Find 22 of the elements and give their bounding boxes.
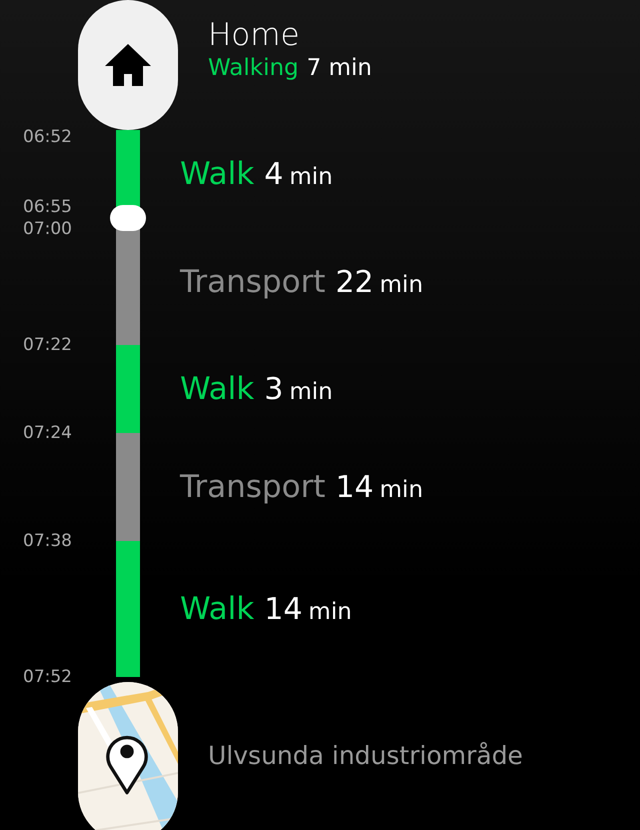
segment-duration: 22 min bbox=[335, 264, 424, 300]
segment-mode: Transport bbox=[180, 264, 326, 300]
origin-name: Home bbox=[208, 17, 301, 53]
time-label: 06:55 bbox=[23, 196, 72, 218]
time-label: 07:38 bbox=[23, 530, 72, 552]
segment-duration: 4 min bbox=[264, 157, 333, 192]
segment-mode: Transport bbox=[180, 469, 326, 505]
time-label: 07:22 bbox=[23, 334, 72, 356]
time-label: 07:00 bbox=[23, 218, 72, 240]
time-label: 06:52 bbox=[23, 126, 72, 148]
time-label: 07:24 bbox=[23, 422, 72, 444]
travel-mode: Walking bbox=[208, 55, 299, 81]
time-label: 07:52 bbox=[23, 666, 72, 688]
home-icon bbox=[105, 44, 151, 86]
segment-mode: Walk bbox=[180, 591, 254, 627]
segment-duration: 3 min bbox=[264, 372, 333, 407]
segment-duration: 14 min bbox=[264, 592, 352, 627]
segment-duration: 14 min bbox=[335, 470, 424, 505]
destination-name: Ulvsunda industriområde bbox=[208, 741, 523, 770]
segment-mode: Walk bbox=[180, 371, 254, 407]
travel-duration: 7 min bbox=[306, 55, 372, 81]
segment-mode: Walk bbox=[180, 156, 254, 192]
